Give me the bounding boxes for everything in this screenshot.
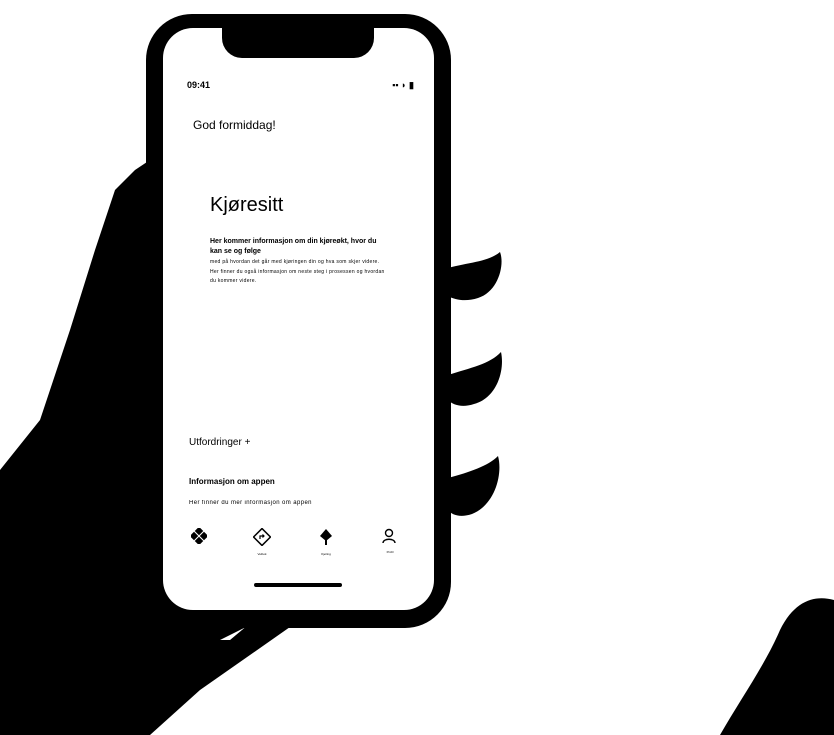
navigation-icon: [320, 529, 332, 545]
arm-shadow: [720, 598, 834, 735]
tab-kjoring[interactable]: Kjøring: [306, 528, 346, 576]
info-text: Her finner du mer informasjon om appen: [189, 500, 312, 506]
home-indicator[interactable]: [254, 583, 342, 587]
finger-3: [448, 456, 500, 516]
greeting-text: God formiddag!: [193, 118, 276, 132]
tab-label: Kjøring: [321, 552, 331, 556]
info-heading[interactable]: Informasjon om appen: [189, 477, 275, 486]
card-title: Kjøresitt: [210, 194, 284, 216]
tab-label: Veibok: [257, 552, 267, 556]
apps-icon: [191, 528, 207, 544]
finger-1: [448, 252, 502, 301]
tab-bar: Veibok Kjøring Profil: [163, 528, 434, 578]
finger-2: [448, 352, 502, 406]
tab-apps[interactable]: [179, 528, 219, 576]
card-lead: Her kommer informasjon om din kjøreøkt, …: [210, 238, 377, 255]
tab-profil[interactable]: Profil: [370, 528, 410, 576]
phone-screen: 09:41 ▪▪ ◗ ▮ God formiddag! Kjøresitt He…: [163, 28, 434, 610]
card-body: med på hvordan det går med kjøringen din…: [210, 259, 385, 285]
status-indicators: ▪▪ ◗ ▮: [392, 80, 414, 90]
status-time: 09:41: [187, 80, 211, 90]
tab-veibok[interactable]: Veibok: [242, 528, 282, 576]
directions-icon: [253, 528, 271, 546]
phone-device: 09:41 ▪▪ ◗ ▮ God formiddag! Kjøresitt He…: [146, 14, 451, 628]
challenges-link[interactable]: Utfordringer +: [189, 437, 250, 448]
phone-notch: [222, 28, 374, 58]
tab-label: Profil: [386, 550, 394, 554]
profile-icon: [382, 528, 396, 544]
